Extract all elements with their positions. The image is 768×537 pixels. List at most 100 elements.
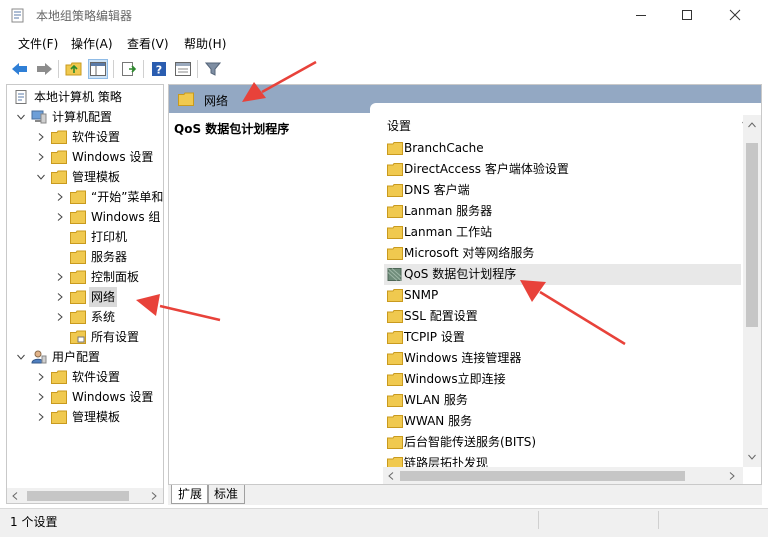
properties-button[interactable]	[173, 59, 193, 79]
tree-label: 软件设置	[72, 370, 121, 384]
tree-label: 服务器	[91, 250, 128, 264]
list-item[interactable]: DirectAccess 客户端体验设置	[384, 159, 741, 180]
minimize-button[interactable]	[618, 0, 664, 30]
list-item-label: WWAN 服务	[404, 414, 473, 428]
up-level-button[interactable]	[64, 59, 84, 79]
chevron-down-icon	[37, 174, 45, 180]
status-text: 1 个设置	[10, 515, 58, 529]
list-item[interactable]: WWAN 服务	[384, 411, 741, 432]
folder-icon	[70, 210, 86, 224]
chevron-down-icon	[17, 114, 25, 120]
list-item[interactable]: Microsoft 对等网络服务	[384, 243, 741, 264]
maximize-button[interactable]	[664, 0, 710, 30]
folder-icon	[387, 289, 403, 302]
folder-icon	[387, 457, 403, 467]
chevron-right-icon	[57, 213, 63, 221]
scroll-left-icon[interactable]	[11, 492, 19, 500]
chevron-right-icon	[38, 133, 44, 141]
folder-icon	[387, 247, 403, 260]
folder-icon	[387, 415, 403, 428]
folder-icon	[387, 331, 403, 344]
back-button[interactable]	[10, 59, 30, 79]
menu-file[interactable]: 文件(F)	[18, 35, 58, 52]
console-tree: 本地计算机 策略 计算机配置 软件设置 Windows 设置 管理模板 “开始”…	[6, 84, 164, 504]
list-item[interactable]: Lanman 服务器	[384, 201, 741, 222]
folder-icon	[387, 142, 403, 155]
folder-icon	[70, 310, 86, 324]
tree-label: 控制面板	[91, 270, 140, 284]
help-icon: ?	[152, 62, 166, 77]
tree-label: 管理模板	[72, 410, 121, 424]
list-item-label: Microsoft 对等网络服务	[404, 246, 535, 260]
toolbar: ?	[0, 54, 768, 84]
list-item[interactable]: 链路层拓扑发现	[384, 453, 741, 467]
folder-icon	[70, 190, 86, 204]
tree-label: 所有设置	[91, 330, 140, 344]
list-item[interactable]: Windows 连接管理器	[384, 348, 741, 369]
list-item[interactable]: BranchCache	[384, 138, 741, 159]
list-item[interactable]: SSL 配置设置	[384, 306, 741, 327]
folder-icon	[387, 184, 403, 197]
list-item-qos[interactable]: QoS 数据包计划程序	[384, 264, 741, 285]
tab-standard[interactable]: 标准	[207, 485, 246, 504]
list-vertical-scrollbar[interactable]	[743, 115, 761, 467]
help-button[interactable]: ?	[149, 59, 169, 79]
scroll-left-icon[interactable]	[387, 472, 395, 480]
list-item-label: QoS 数据包计划程序	[404, 267, 517, 281]
list-horizontal-scrollbar[interactable]	[383, 467, 743, 484]
folder-icon	[51, 410, 67, 424]
forward-button[interactable]	[34, 59, 54, 79]
list-item[interactable]: Lanman 工作站	[384, 222, 741, 243]
tree-label: 网络	[89, 287, 118, 307]
list-item[interactable]: Windows立即连接	[384, 369, 741, 390]
list-item-label: Lanman 工作站	[404, 225, 493, 239]
status-bar: 1 个设置	[0, 508, 768, 537]
tab-extended[interactable]: 扩展	[171, 485, 210, 504]
folder-icon	[51, 170, 67, 184]
scroll-down-icon[interactable]	[748, 453, 756, 461]
folder-icon	[70, 290, 86, 304]
filter-button[interactable]	[203, 59, 223, 79]
scroll-thumb[interactable]	[746, 143, 758, 327]
close-icon	[729, 9, 741, 21]
window-title: 本地组策略编辑器	[36, 9, 133, 23]
list-item-label: BranchCache	[404, 141, 484, 155]
tree-label: Windows 设置	[72, 390, 154, 404]
list-item[interactable]: 后台智能传送服务(BITS)	[384, 432, 741, 453]
menu-view[interactable]: 查看(V)	[127, 35, 169, 52]
folder-icon	[387, 436, 403, 449]
user-icon	[31, 350, 47, 364]
settings-list: 设置 BranchCache DirectAccess 客户端体验设置 DNS …	[370, 103, 761, 484]
scroll-right-icon[interactable]	[150, 492, 158, 500]
tree-label: 管理模板	[72, 170, 121, 184]
folder-icon	[51, 370, 67, 384]
tree-horizontal-scrollbar[interactable]	[6, 488, 164, 504]
list-item-label: WLAN 服务	[404, 393, 468, 407]
folder-icon	[387, 226, 403, 239]
list-item[interactable]: SNMP	[384, 285, 741, 306]
tree-label: 用户配置	[52, 350, 101, 364]
details-pane: 网络 QoS 数据包计划程序 设置 BranchCache DirectAcce…	[168, 84, 762, 485]
folder-icon	[51, 390, 67, 404]
tree-label: 软件设置	[72, 130, 121, 144]
chevron-right-icon	[38, 153, 44, 161]
show-hide-tree-button[interactable]	[88, 59, 108, 79]
scroll-thumb[interactable]	[400, 471, 685, 481]
title-bar: 本地组策略编辑器	[0, 0, 768, 30]
column-header-setting[interactable]: 设置	[387, 117, 411, 134]
scroll-right-icon[interactable]	[728, 472, 736, 480]
export-list-button[interactable]	[119, 59, 139, 79]
chevron-right-icon	[57, 273, 63, 281]
chevron-right-icon	[57, 313, 63, 321]
list-item[interactable]: DNS 客户端	[384, 180, 741, 201]
close-button[interactable]	[712, 0, 758, 30]
policy-doc-icon	[15, 90, 27, 104]
menu-action[interactable]: 操作(A)	[71, 35, 113, 52]
list-item[interactable]: WLAN 服务	[384, 390, 741, 411]
list-item[interactable]: TCPIP 设置	[384, 327, 741, 348]
list-item-label: TCPIP 设置	[404, 330, 465, 344]
scroll-thumb[interactable]	[27, 491, 129, 501]
tree-label: Windows 设置	[72, 150, 154, 164]
scroll-up-icon[interactable]	[748, 121, 756, 129]
menu-help[interactable]: 帮助(H)	[184, 35, 226, 52]
